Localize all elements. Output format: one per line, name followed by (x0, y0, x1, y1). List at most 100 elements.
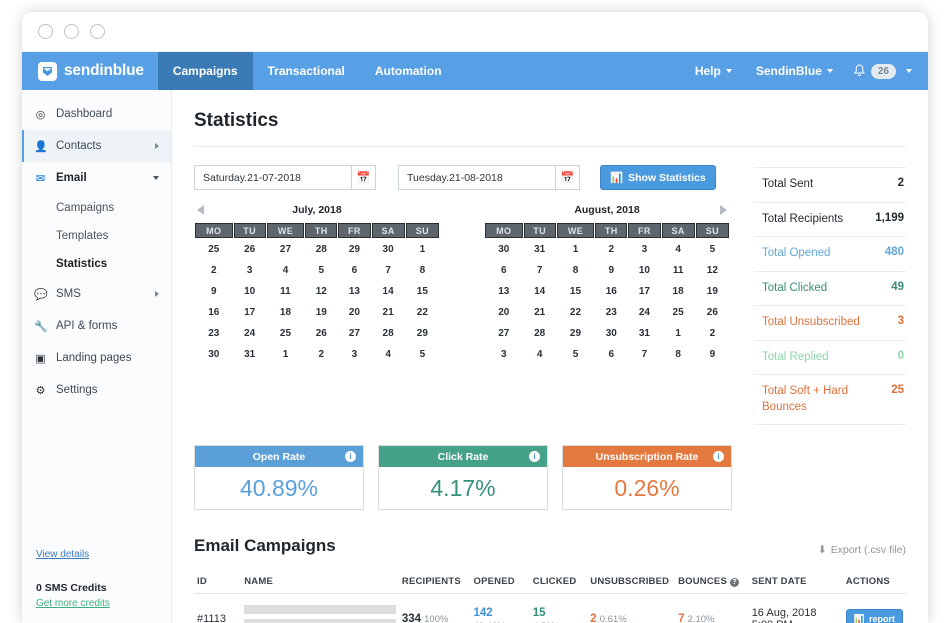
calendar-day[interactable]: 3 (338, 344, 371, 364)
start-date-calendar-icon[interactable]: 📅 (352, 165, 376, 190)
calendar-day[interactable]: 23 (595, 302, 628, 322)
calendar-day[interactable]: 4 (266, 260, 305, 280)
sidebar-item-settings[interactable]: ⚙ Settings (22, 374, 171, 406)
calendar-day[interactable]: 22 (556, 302, 595, 322)
calendar-day[interactable]: 11 (661, 260, 695, 280)
sidebar-item-dashboard[interactable]: ◎ Dashboard (22, 98, 171, 130)
help-icon[interactable]: ? (730, 578, 739, 588)
calendar-day[interactable]: 29 (405, 323, 439, 343)
calendar-day[interactable]: 28 (305, 239, 338, 259)
calendar-day[interactable]: 22 (405, 302, 439, 322)
calendar-day[interactable]: 25 (195, 239, 233, 259)
calendar-day[interactable]: 21 (523, 302, 556, 322)
info-icon[interactable]: i (713, 451, 724, 463)
prev-month-arrow-icon[interactable] (194, 205, 204, 215)
calendar-day[interactable]: 26 (695, 302, 729, 322)
calendar-day[interactable]: 29 (556, 323, 595, 343)
calendar-day[interactable]: 15 (405, 281, 439, 301)
calendar-day[interactable]: 25 (266, 323, 305, 343)
sidebar-subitem-templates[interactable]: Templates (22, 222, 171, 250)
show-statistics-button[interactable]: 📊 Show Statistics (600, 165, 716, 190)
account-menu[interactable]: SendinBlue (744, 52, 845, 90)
calendar-day[interactable]: 1 (266, 344, 305, 364)
calendar-day[interactable]: 7 (628, 344, 661, 364)
calendar-day[interactable]: 3 (233, 260, 266, 280)
calendar-day[interactable]: 30 (485, 239, 523, 259)
calendar-day[interactable]: 25 (661, 302, 695, 322)
brand-logo[interactable]: sendinblue (22, 52, 158, 90)
calendar-day[interactable]: 6 (338, 260, 371, 280)
calendar-day[interactable]: 4 (661, 239, 695, 259)
calendar-day[interactable]: 23 (195, 323, 233, 343)
export-csv-link[interactable]: ⬇ Export (.csv file) (818, 544, 906, 556)
calendar-day[interactable]: 27 (338, 323, 371, 343)
calendar-day[interactable]: 28 (523, 323, 556, 343)
nav-automation[interactable]: Automation (360, 52, 457, 90)
calendar-day[interactable]: 20 (485, 302, 523, 322)
calendar-day[interactable]: 30 (371, 239, 405, 259)
calendar-day[interactable]: 2 (195, 260, 233, 280)
end-date-input[interactable]: Tuesday.21-08-2018 (398, 165, 556, 190)
calendar-day[interactable]: 19 (305, 302, 338, 322)
calendar-day[interactable]: 8 (556, 260, 595, 280)
calendar-day[interactable]: 5 (556, 344, 595, 364)
info-icon[interactable]: i (529, 451, 540, 463)
calendar-day[interactable]: 2 (595, 239, 628, 259)
maximize-button[interactable] (90, 24, 105, 39)
calendar-day[interactable]: 5 (305, 260, 338, 280)
calendar-day[interactable]: 18 (661, 281, 695, 301)
next-month-arrow-icon[interactable] (720, 205, 730, 215)
calendar-day[interactable]: 9 (695, 344, 729, 364)
calendar-day[interactable]: 26 (305, 323, 338, 343)
calendar-day[interactable]: 27 (485, 323, 523, 343)
calendar-day[interactable]: 30 (195, 344, 233, 364)
calendar-day[interactable]: 10 (628, 260, 661, 280)
calendar-day[interactable]: 7 (371, 260, 405, 280)
calendar-day[interactable]: 18 (266, 302, 305, 322)
calendar-day[interactable]: 31 (628, 323, 661, 343)
calendar-day[interactable]: 14 (523, 281, 556, 301)
sidebar-subitem-statistics[interactable]: Statistics (22, 250, 171, 278)
calendar-day[interactable]: 3 (628, 239, 661, 259)
calendar-day[interactable]: 17 (628, 281, 661, 301)
calendar-day[interactable]: 13 (485, 281, 523, 301)
calendar-day[interactable]: 5 (405, 344, 439, 364)
report-button[interactable]: 📊 report (845, 608, 903, 623)
calendar-day[interactable]: 26 (233, 239, 266, 259)
calendar-day[interactable]: 24 (233, 323, 266, 343)
calendar-day[interactable]: 4 (371, 344, 405, 364)
end-date-calendar-icon[interactable]: 📅 (556, 165, 580, 190)
calendar-day[interactable]: 29 (338, 239, 371, 259)
calendar-day[interactable]: 24 (628, 302, 661, 322)
minimize-button[interactable] (64, 24, 79, 39)
calendar-day[interactable]: 1 (556, 239, 595, 259)
calendar-day[interactable]: 7 (523, 260, 556, 280)
help-menu[interactable]: Help (683, 52, 744, 90)
calendar-day[interactable]: 11 (266, 281, 305, 301)
sidebar-item-email[interactable]: ✉ Email (22, 162, 171, 194)
calendar-day[interactable]: 27 (266, 239, 305, 259)
calendar-day[interactable]: 10 (233, 281, 266, 301)
get-more-credits-link[interactable]: Get more credits (36, 598, 110, 609)
close-button[interactable] (38, 24, 53, 39)
calendar-day[interactable]: 30 (595, 323, 628, 343)
calendar-day[interactable]: 17 (233, 302, 266, 322)
calendar-day[interactable]: 20 (338, 302, 371, 322)
calendar-day[interactable]: 6 (485, 260, 523, 280)
calendar-day[interactable]: 13 (338, 281, 371, 301)
calendar-day[interactable]: 4 (523, 344, 556, 364)
calendar-day[interactable]: 3 (485, 344, 523, 364)
calendar-day[interactable]: 21 (371, 302, 405, 322)
sidebar-item-api-forms[interactable]: 🔧 API & forms (22, 310, 171, 342)
calendar-day[interactable]: 1 (661, 323, 695, 343)
start-date-input[interactable]: Saturday.21-07-2018 (194, 165, 352, 190)
calendar-day[interactable]: 9 (195, 281, 233, 301)
calendar-day[interactable]: 9 (595, 260, 628, 280)
calendar-day[interactable]: 12 (305, 281, 338, 301)
calendar-day[interactable]: 15 (556, 281, 595, 301)
calendar-day[interactable]: 6 (595, 344, 628, 364)
notifications-menu[interactable]: 26 (845, 52, 920, 90)
info-icon[interactable]: i (345, 451, 356, 463)
calendar-day[interactable]: 12 (695, 260, 729, 280)
calendar-day[interactable]: 19 (695, 281, 729, 301)
